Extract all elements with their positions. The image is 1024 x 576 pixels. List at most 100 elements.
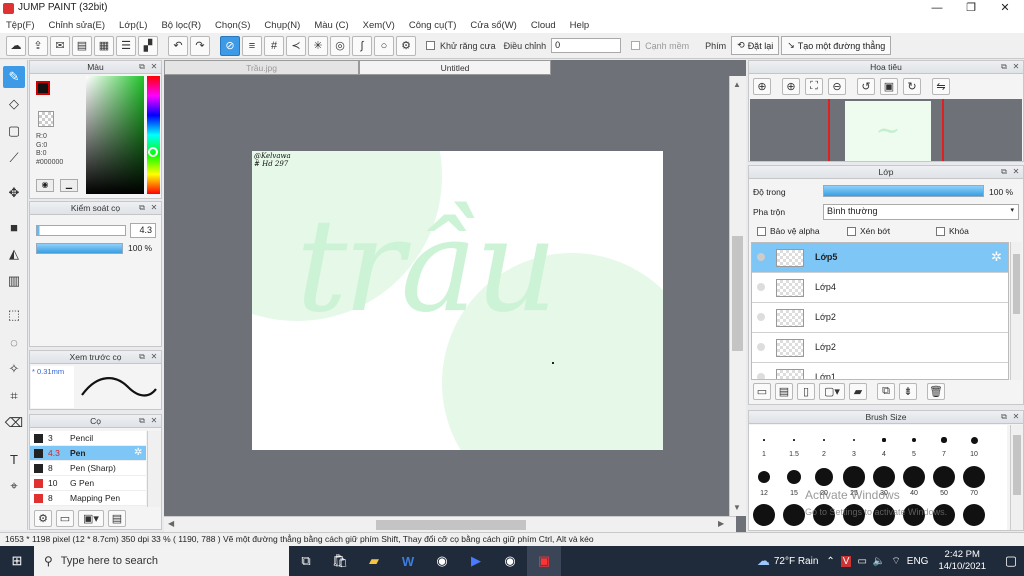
clipping-checkbox[interactable] bbox=[847, 226, 856, 236]
undo-icon[interactable]: ↶ bbox=[168, 35, 188, 56]
brush-size-dot[interactable] bbox=[815, 468, 833, 486]
clock[interactable]: 2:42 PM 14/10/2021 bbox=[938, 549, 986, 573]
horizontal-scroll-thumb[interactable] bbox=[376, 520, 526, 530]
drawing-canvas[interactable]: @Kelvawa # Hd 297 trầu bbox=[252, 151, 663, 450]
menu-window[interactable]: Cửa sổ(W) bbox=[470, 20, 516, 31]
straight-line-button[interactable]: ↘ Tạo một đường thẳng bbox=[781, 36, 892, 55]
zoom-icon[interactable]: ▶ bbox=[459, 546, 493, 576]
jump-paint-taskbar-icon[interactable]: ▣ bbox=[527, 546, 561, 576]
brush-size-dot[interactable] bbox=[852, 438, 856, 442]
move-tool-icon[interactable]: ✥ bbox=[3, 182, 25, 204]
brush-size-dot[interactable] bbox=[793, 439, 795, 441]
fill-rect-tool-icon[interactable]: ■ bbox=[3, 216, 25, 238]
float-icon[interactable]: ⧉ bbox=[137, 62, 147, 72]
visibility-icon[interactable] bbox=[757, 253, 765, 261]
antialias-checkbox[interactable] bbox=[426, 41, 435, 50]
message-icon[interactable]: ▤ bbox=[72, 35, 92, 56]
brush-size-dot[interactable] bbox=[783, 504, 805, 526]
brush-size-scrollbar[interactable] bbox=[1010, 425, 1023, 530]
float-icon[interactable]: ⧉ bbox=[999, 412, 1009, 422]
list-icon[interactable]: ☰ bbox=[116, 35, 136, 56]
brush-size-input[interactable]: 4.3 bbox=[130, 223, 156, 238]
layer-opacity-slider[interactable] bbox=[823, 185, 984, 197]
maximize-button[interactable]: ❐ bbox=[954, 0, 988, 17]
tab-trau-jpg[interactable]: Trầu.jpg bbox=[164, 60, 359, 75]
flip-icon[interactable]: ⇋ bbox=[932, 78, 950, 95]
chrome-profile-icon[interactable]: ◉ bbox=[493, 546, 527, 576]
brush-size-dot[interactable] bbox=[786, 469, 802, 485]
panel-close-icon[interactable]: ✕ bbox=[149, 352, 159, 362]
layer-row[interactable]: Lớp4 bbox=[752, 273, 1008, 303]
color-menu-icon[interactable]: ▁ bbox=[60, 179, 78, 192]
protect-alpha-option[interactable]: Bảo vệ alpha bbox=[757, 226, 820, 236]
brush-list-scrollbar[interactable] bbox=[147, 431, 161, 507]
menu-select[interactable]: Chọn(S) bbox=[215, 20, 250, 31]
circle-snap-icon[interactable]: ○ bbox=[374, 35, 394, 56]
brush-size-slider[interactable] bbox=[36, 225, 126, 236]
panel-close-icon[interactable]: ✕ bbox=[1011, 167, 1021, 177]
hue-handle[interactable] bbox=[148, 147, 158, 157]
brush-size-dot[interactable] bbox=[912, 438, 916, 442]
brush-size-dot[interactable] bbox=[882, 438, 886, 442]
scroll-up-icon[interactable]: ▲ bbox=[733, 80, 741, 89]
merge-layer-icon[interactable]: ⇟ bbox=[899, 383, 917, 400]
menu-layer[interactable]: Lớp(L) bbox=[119, 20, 147, 31]
layer-list-scrollbar[interactable] bbox=[1010, 242, 1022, 380]
select-eraser-tool-icon[interactable]: ⌫ bbox=[3, 412, 25, 434]
brush-size-dot[interactable] bbox=[933, 466, 955, 488]
brush-copy-icon[interactable]: ▣▾ bbox=[78, 510, 104, 527]
text-tool-icon[interactable]: T bbox=[3, 448, 25, 470]
document-icon[interactable]: ▦ bbox=[94, 35, 114, 56]
palette-icon[interactable]: ◉ bbox=[36, 179, 54, 192]
battery-icon[interactable]: ▭ bbox=[857, 556, 866, 567]
brush-item[interactable]: 8 Pen (Sharp) bbox=[30, 461, 146, 476]
menu-file[interactable]: Tệp(F) bbox=[6, 20, 35, 31]
protect-alpha-checkbox[interactable] bbox=[757, 226, 766, 236]
brush-size-dot[interactable] bbox=[757, 470, 771, 484]
concentric-icon[interactable]: ◎ bbox=[330, 35, 350, 56]
snap-off-icon[interactable]: ⊘ bbox=[220, 35, 240, 56]
brush-size-dot[interactable] bbox=[753, 504, 775, 526]
blend-mode-select[interactable]: Bình thường ▾ bbox=[823, 204, 1019, 220]
weather-text[interactable]: 72°F Rain bbox=[774, 556, 819, 567]
comment-icon[interactable]: ✉ bbox=[50, 35, 70, 56]
float-icon[interactable]: ⧉ bbox=[137, 416, 147, 426]
rotate-left-icon[interactable]: ↺ bbox=[857, 78, 875, 95]
windows-start-icon[interactable]: ⊞ bbox=[0, 546, 34, 576]
radial-icon[interactable]: ✳ bbox=[308, 35, 328, 56]
brush-size-dot[interactable] bbox=[970, 436, 978, 444]
volume-icon[interactable]: 🔈 bbox=[873, 556, 885, 567]
menu-cloud[interactable]: Cloud bbox=[531, 20, 556, 31]
lasso-tool-icon[interactable]: ◌ bbox=[3, 331, 25, 353]
gear-icon[interactable]: ✲ bbox=[134, 447, 142, 458]
panel-close-icon[interactable]: ✕ bbox=[149, 203, 159, 213]
vertical-scrollbar[interactable]: ▲ ▼ bbox=[729, 76, 746, 516]
layer-row[interactable]: Lớp2 bbox=[752, 303, 1008, 333]
hue-slider[interactable] bbox=[147, 76, 160, 194]
gradient-tool-icon[interactable]: ▥ bbox=[3, 270, 25, 292]
gear-icon[interactable]: ✲ bbox=[991, 249, 1002, 265]
float-icon[interactable]: ⧉ bbox=[999, 167, 1009, 177]
duplicate-layer-icon[interactable]: ⧉ bbox=[877, 383, 895, 400]
brush-size-dot[interactable] bbox=[873, 466, 895, 488]
layer-scroll-thumb[interactable] bbox=[1013, 254, 1020, 314]
brush-size-dot[interactable] bbox=[941, 437, 947, 443]
eyedropper-tool-icon[interactable]: ⌖ bbox=[3, 475, 25, 497]
crosshatch-icon[interactable]: # bbox=[264, 35, 284, 56]
language-indicator[interactable]: ENG bbox=[907, 556, 929, 567]
panel-close-icon[interactable]: ✕ bbox=[149, 416, 159, 426]
new-layer-icon[interactable]: ▭ bbox=[753, 383, 771, 400]
float-icon[interactable]: ⧉ bbox=[999, 62, 1009, 72]
reset-view-icon[interactable]: ▣ bbox=[880, 78, 898, 95]
menu-color[interactable]: Màu (C) bbox=[314, 20, 348, 31]
adjust-input[interactable]: 0 bbox=[551, 38, 622, 53]
notification-icon[interactable]: ▢ bbox=[998, 546, 1024, 576]
bucket-tool-icon[interactable]: ◭ bbox=[3, 243, 25, 265]
settings-snap-icon[interactable]: ⚙ bbox=[396, 35, 416, 56]
perspective-icon[interactable]: ≺ bbox=[286, 35, 306, 56]
select-pen-tool-icon[interactable]: ⌗ bbox=[3, 385, 25, 407]
panel-close-icon[interactable]: ✕ bbox=[1011, 412, 1021, 422]
curve-icon[interactable]: ∫ bbox=[352, 35, 372, 56]
menu-capture[interactable]: Chụp(N) bbox=[264, 20, 300, 31]
visibility-icon[interactable] bbox=[757, 343, 765, 351]
